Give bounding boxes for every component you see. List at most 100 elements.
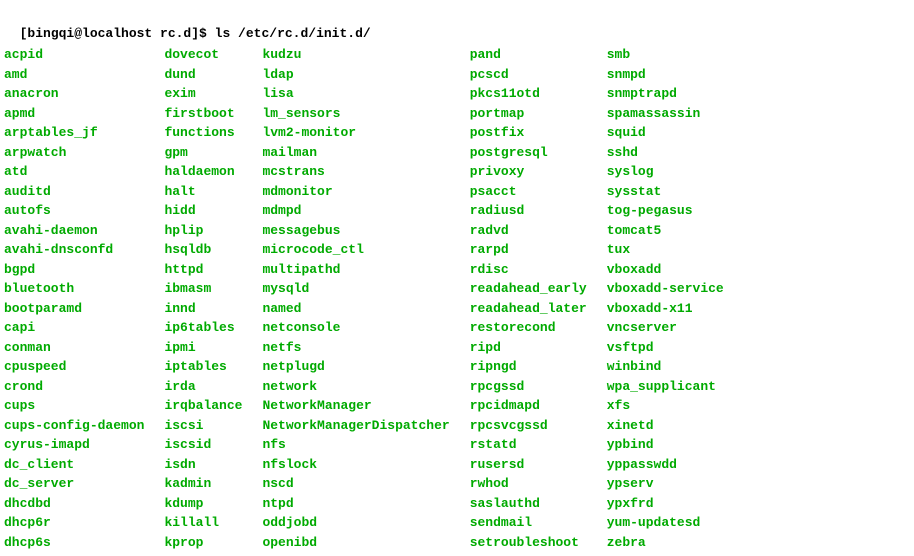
file-entry: mcstrans: [262, 162, 449, 182]
file-listing: acpidamdanacronapmdarptables_jfarpwatcha…: [4, 45, 910, 552]
file-entry: autofs: [4, 201, 144, 221]
file-entry: bootparamd: [4, 299, 144, 319]
file-entry: wpa_supplicant: [607, 377, 724, 397]
file-entry: sendmail: [470, 513, 587, 533]
file-entry: rpcsvcgssd: [470, 416, 587, 436]
file-entry: netplugd: [262, 357, 449, 377]
file-entry: radvd: [470, 221, 587, 241]
file-entry: postfix: [470, 123, 587, 143]
file-entry: functions: [164, 123, 242, 143]
file-entry: saslauthd: [470, 494, 587, 514]
file-entry: capi: [4, 318, 144, 338]
file-entry: apmd: [4, 104, 144, 124]
file-entry: dc_client: [4, 455, 144, 475]
file-entry: restorecond: [470, 318, 587, 338]
file-entry: snmptrapd: [607, 84, 724, 104]
file-entry: innd: [164, 299, 242, 319]
file-entry: radiusd: [470, 201, 587, 221]
file-entry: ntpd: [262, 494, 449, 514]
file-entry: smb: [607, 45, 724, 65]
file-entry: ypserv: [607, 474, 724, 494]
file-entry: ypxfrd: [607, 494, 724, 514]
file-entry: oddjobd: [262, 513, 449, 533]
file-entry: irda: [164, 377, 242, 397]
file-entry: atd: [4, 162, 144, 182]
file-entry: cpuspeed: [4, 357, 144, 377]
file-entry: ripd: [470, 338, 587, 358]
file-entry: yum-updatesd: [607, 513, 724, 533]
file-entry: crond: [4, 377, 144, 397]
file-entry: rwhod: [470, 474, 587, 494]
file-entry: dund: [164, 65, 242, 85]
file-entry: vsftpd: [607, 338, 724, 358]
file-entry: iscsid: [164, 435, 242, 455]
file-entry: dovecot: [164, 45, 242, 65]
listing-column: acpidamdanacronapmdarptables_jfarpwatcha…: [4, 45, 164, 552]
file-entry: zebra: [607, 533, 724, 553]
file-entry: microcode_ctl: [262, 240, 449, 260]
file-entry: arptables_jf: [4, 123, 144, 143]
file-entry: vboxadd-service: [607, 279, 724, 299]
file-entry: network: [262, 377, 449, 397]
prompt-userhost: [bingqi@localhost rc.d]$: [20, 26, 207, 41]
file-entry: rarpd: [470, 240, 587, 260]
prompt-command: ls /etc/rc.d/init.d/: [215, 26, 371, 41]
file-entry: dhcdbd: [4, 494, 144, 514]
file-entry: conman: [4, 338, 144, 358]
file-entry: openibd: [262, 533, 449, 553]
file-entry: ipmi: [164, 338, 242, 358]
file-entry: nfs: [262, 435, 449, 455]
file-entry: snmpd: [607, 65, 724, 85]
file-entry: xfs: [607, 396, 724, 416]
file-entry: squid: [607, 123, 724, 143]
file-entry: mailman: [262, 143, 449, 163]
listing-column: kudzuldaplisalm_sensorslvm2-monitormailm…: [262, 45, 469, 552]
file-entry: exim: [164, 84, 242, 104]
file-entry: sysstat: [607, 182, 724, 202]
file-entry: hidd: [164, 201, 242, 221]
file-entry: cyrus-imapd: [4, 435, 144, 455]
file-entry: named: [262, 299, 449, 319]
file-entry: pcscd: [470, 65, 587, 85]
file-entry: winbind: [607, 357, 724, 377]
file-entry: arpwatch: [4, 143, 144, 163]
file-entry: cups-config-daemon: [4, 416, 144, 436]
file-entry: multipathd: [262, 260, 449, 280]
file-entry: killall: [164, 513, 242, 533]
file-entry: iscsi: [164, 416, 242, 436]
file-entry: httpd: [164, 260, 242, 280]
file-entry: kudzu: [262, 45, 449, 65]
file-entry: pand: [470, 45, 587, 65]
file-entry: NetworkManager: [262, 396, 449, 416]
file-entry: vboxadd: [607, 260, 724, 280]
file-entry: psacct: [470, 182, 587, 202]
file-entry: gpm: [164, 143, 242, 163]
file-entry: rpcgssd: [470, 377, 587, 397]
file-entry: vboxadd-x11: [607, 299, 724, 319]
listing-column: smbsnmpdsnmptrapdspamassassinsquidsshdsy…: [607, 45, 744, 552]
file-entry: vncserver: [607, 318, 724, 338]
file-entry: cups: [4, 396, 144, 416]
file-entry: tog-pegasus: [607, 201, 724, 221]
file-entry: portmap: [470, 104, 587, 124]
file-entry: nfslock: [262, 455, 449, 475]
file-entry: hplip: [164, 221, 242, 241]
file-entry: irqbalance: [164, 396, 242, 416]
file-entry: isdn: [164, 455, 242, 475]
file-entry: rstatd: [470, 435, 587, 455]
file-entry: kadmin: [164, 474, 242, 494]
terminal-prompt: [bingqi@localhost rc.d]$ ls /etc/rc.d/in…: [4, 4, 910, 43]
file-entry: acpid: [4, 45, 144, 65]
file-entry: lvm2-monitor: [262, 123, 449, 143]
file-entry: tomcat5: [607, 221, 724, 241]
file-entry: tux: [607, 240, 724, 260]
file-entry: halt: [164, 182, 242, 202]
file-entry: kprop: [164, 533, 242, 553]
file-entry: bluetooth: [4, 279, 144, 299]
file-entry: lm_sensors: [262, 104, 449, 124]
listing-column: dovecotdundeximfirstbootfunctionsgpmhald…: [164, 45, 262, 552]
file-entry: mdmonitor: [262, 182, 449, 202]
file-entry: rpcidmapd: [470, 396, 587, 416]
file-entry: dhcp6r: [4, 513, 144, 533]
file-entry: spamassassin: [607, 104, 724, 124]
